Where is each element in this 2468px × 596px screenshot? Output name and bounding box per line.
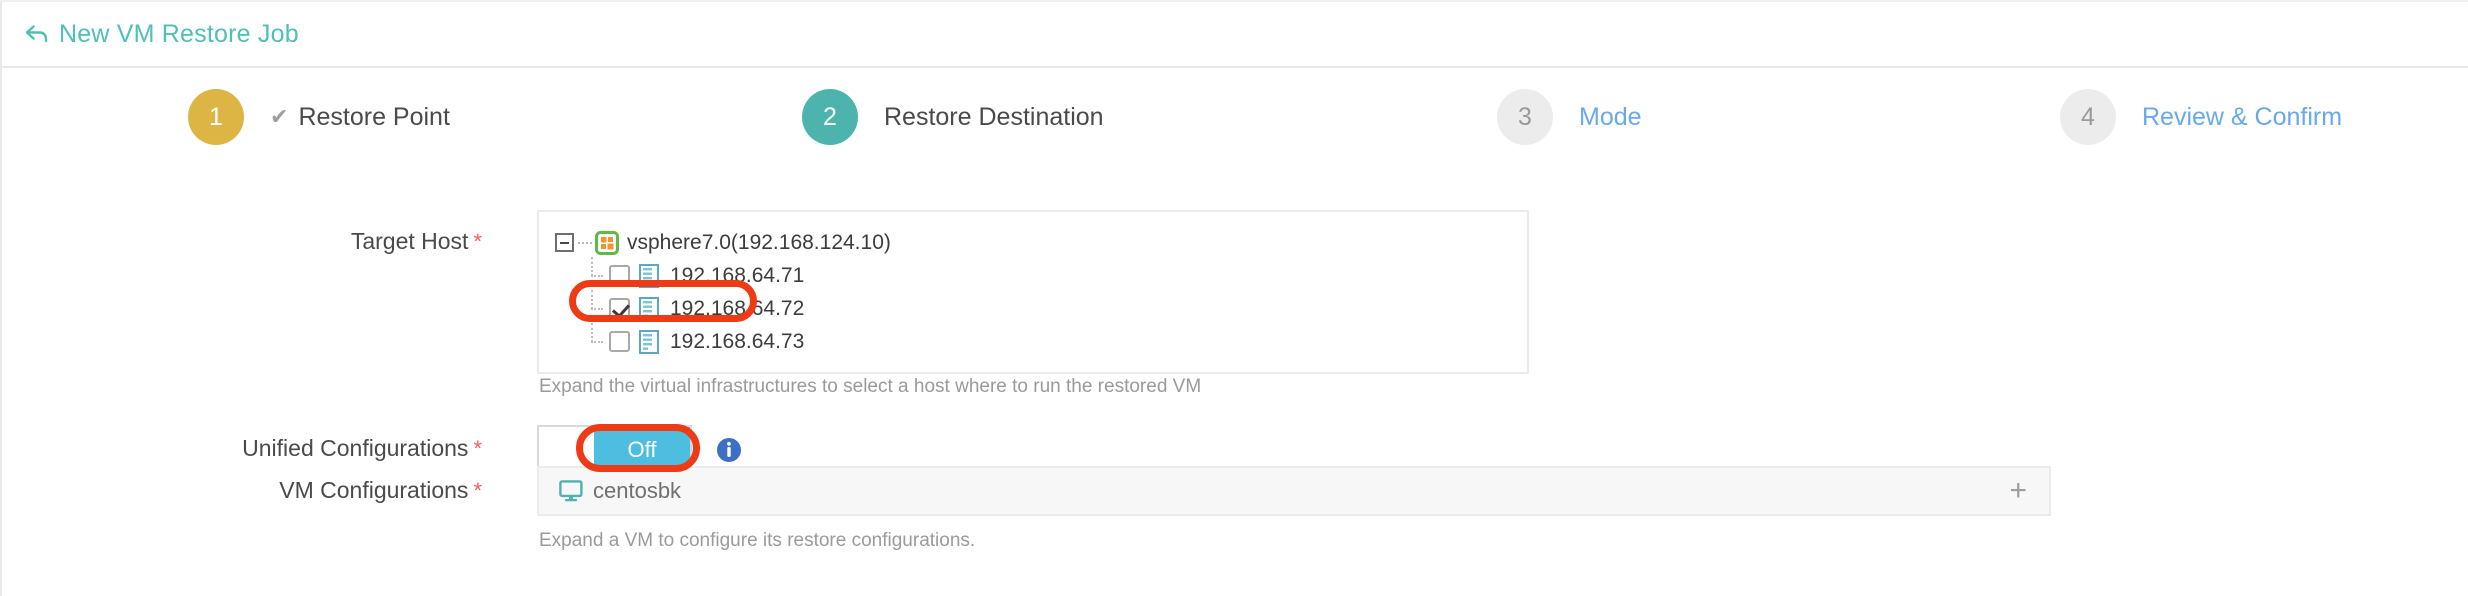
- monitor-icon: [559, 480, 583, 502]
- unified-configurations-label-text: Unified Configurations: [242, 435, 469, 461]
- vsphere-icon: [595, 230, 619, 255]
- host-checkbox[interactable]: [609, 265, 630, 286]
- step-2-label: Restore Destination: [884, 102, 1104, 131]
- vm-configuration-item[interactable]: centosbk +: [537, 466, 2051, 516]
- tree-connector-line: [585, 257, 609, 292]
- required-asterisk: *: [473, 478, 482, 503]
- host-checkbox[interactable]: [609, 298, 630, 319]
- step-4-number: 4: [2081, 102, 2095, 131]
- tree-node-root-label: vsphere7.0(192.168.124.10): [627, 230, 891, 254]
- host-checkbox[interactable]: [609, 331, 630, 352]
- step-4-circle: 4: [2060, 89, 2116, 145]
- tree-node-host[interactable]: 192.168.64.71: [539, 257, 1527, 292]
- step-3-label: Mode: [1579, 102, 1642, 131]
- step-4-label-wrap: Review & Confirm: [2142, 103, 2342, 132]
- wizard-step-indicator: 1 ✔ Restore Point 2 Restore Destination …: [2, 68, 2468, 166]
- tree-node-host[interactable]: 192.168.64.73: [539, 323, 1527, 358]
- target-host-label: Target Host *: [2, 228, 482, 255]
- target-host-label-text: Target Host: [350, 228, 469, 254]
- target-host-tree[interactable]: vsphere7.0(192.168.124.10) 192.168.64.71…: [537, 210, 1529, 374]
- step-1-label: Restore Point: [298, 102, 450, 131]
- step-restore-point[interactable]: 1 ✔ Restore Point: [188, 68, 450, 166]
- step-2-circle: 2: [802, 89, 858, 145]
- step-mode[interactable]: 3 Mode: [1497, 68, 1642, 166]
- required-asterisk: *: [473, 229, 482, 254]
- vm-configurations-label: VM Configurations *: [2, 477, 482, 504]
- tree-node-host-label: 192.168.64.71: [670, 263, 805, 287]
- check-icon: ✔: [270, 104, 289, 129]
- tree-node-host-label: 192.168.64.72: [670, 296, 805, 320]
- step-3-circle: 3: [1497, 89, 1553, 145]
- vm-name-label: centosbk: [593, 478, 682, 503]
- step-4-label: Review & Confirm: [2142, 102, 2343, 131]
- collapse-toggle-icon[interactable]: [555, 233, 574, 252]
- tree-connector-line: [585, 290, 609, 325]
- step-3-label-wrap: Mode: [1579, 103, 1642, 132]
- host-icon: [639, 329, 659, 354]
- back-arrow-icon: [24, 21, 50, 47]
- vm-configurations-label-text: VM Configurations: [279, 477, 469, 503]
- step-1-label-wrap: ✔ Restore Point: [270, 103, 450, 132]
- info-icon[interactable]: [716, 437, 742, 463]
- host-icon: [639, 263, 659, 288]
- step-restore-destination[interactable]: 2 Restore Destination: [802, 68, 1104, 166]
- tree-node-host[interactable]: 192.168.64.72: [539, 290, 1527, 325]
- tree-node-host-label: 192.168.64.73: [670, 329, 805, 353]
- vm-configuration-item-left: centosbk: [559, 478, 681, 504]
- host-icon: [639, 296, 659, 321]
- tree-connector-line: [578, 241, 592, 244]
- step-1-circle: 1: [188, 89, 244, 145]
- page-header: New VM Restore Job: [2, 2, 2468, 68]
- restore-job-wizard-page: New VM Restore Job 1 ✔ Restore Point 2 R…: [0, 0, 2468, 596]
- page-title: New VM Restore Job: [59, 19, 299, 48]
- step-review-confirm[interactable]: 4 Review & Confirm: [2060, 68, 2342, 166]
- target-host-hint: Expand the virtual infrastructures to se…: [539, 376, 1202, 397]
- required-asterisk: *: [473, 436, 482, 461]
- step-2-label-wrap: Restore Destination: [884, 103, 1104, 132]
- tree-connector-line: [585, 323, 609, 358]
- tree-node-root[interactable]: vsphere7.0(192.168.124.10): [539, 226, 1527, 259]
- unified-configurations-label: Unified Configurations *: [2, 435, 482, 462]
- step-1-number: 1: [209, 102, 223, 131]
- expand-vm-icon[interactable]: +: [2009, 476, 2027, 506]
- back-to-list-link[interactable]: New VM Restore Job: [24, 20, 299, 49]
- toggle-state-label: Off: [627, 437, 657, 462]
- step-2-number: 2: [823, 102, 837, 131]
- step-3-number: 3: [1518, 102, 1532, 131]
- vm-configurations-hint: Expand a VM to configure its restore con…: [539, 530, 976, 551]
